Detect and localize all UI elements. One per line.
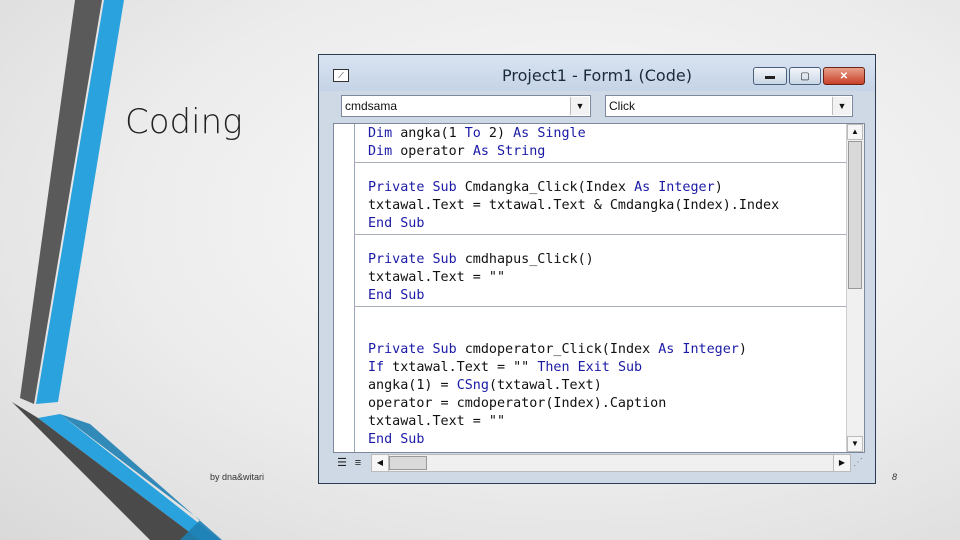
slide-footer: by dna&witari [210,472,265,482]
code-line[interactable]: Private Sub Cmdangka_Click(Index As Inte… [368,179,723,197]
scroll-down-icon[interactable]: ▼ [847,436,863,452]
slide-page-number: 8 [892,472,898,482]
editor-gutter [334,124,355,452]
chevron-down-icon[interactable]: ▼ [570,97,589,115]
scroll-left-icon[interactable]: ◀ [372,455,389,471]
code-line[interactable]: End Sub [368,287,424,305]
full-module-view-icon[interactable]: ≡ [351,455,365,471]
dark-stripe-bottom [12,402,200,540]
code-line[interactable]: Private Sub cmdhapus_Click() [368,251,594,269]
scroll-up-icon[interactable]: ▲ [847,124,863,140]
code-line[interactable]: End Sub [368,431,424,449]
horizontal-scroll-thumb[interactable] [389,456,427,470]
code-line[interactable]: operator = cmdoperator(Index).Caption [368,395,666,413]
code-line[interactable]: Dim angka(1 To 2) As Single [368,125,586,143]
code-line[interactable]: txtawal.Text = txtawal.Text & Cmdangka(I… [368,197,779,215]
close-button[interactable]: ✕ [823,67,865,85]
editor-bottom-bar: ☰ ≡ ◀ ▶ ⋰ [333,453,865,473]
maximize-button[interactable]: ▢ [789,67,821,85]
code-line[interactable]: Private Sub cmdoperator_Click(Index As I… [368,341,747,359]
code-line[interactable]: If txtawal.Text = "" Then Exit Sub [368,359,642,377]
code-line[interactable]: End Sub [368,215,424,233]
object-dropdown[interactable]: cmdsama ▼ [341,95,591,117]
resize-grip-icon[interactable]: ⋰ [853,457,863,468]
blue-stripe-bottom [38,414,220,540]
minimize-button[interactable]: ▬ [753,67,787,85]
window-titlebar[interactable]: ⟋ Project1 - Form1 (Code) ▬ ▢ ✕ [319,55,875,91]
slide-title: Coding [125,102,243,142]
procedure-separator [354,234,847,235]
vertical-scroll-thumb[interactable] [848,141,862,289]
horizontal-scrollbar[interactable]: ◀ ▶ [371,454,851,472]
code-window: ⟋ Project1 - Form1 (Code) ▬ ▢ ✕ cmdsama … [318,54,876,484]
scroll-right-icon[interactable]: ▶ [833,455,850,471]
code-line[interactable]: angka(1) = CSng(txtawal.Text) [368,377,602,395]
procedure-separator [354,306,847,307]
chevron-down-icon[interactable]: ▼ [832,97,851,115]
code-line[interactable]: txtawal.Text = "" [368,413,505,431]
vertical-scrollbar[interactable]: ▲ ▼ [846,124,864,452]
object-dropdown-value: cmdsama [345,99,398,113]
code-line[interactable]: txtawal.Text = "" [368,269,505,287]
procedure-separator [354,162,847,163]
code-editor[interactable]: Dim angka(1 To 2) As Single Dim operator… [333,123,865,453]
procedure-view-icon[interactable]: ☰ [335,455,349,471]
code-line[interactable]: Dim operator As String [368,143,545,161]
procedure-dropdown[interactable]: Click ▼ [605,95,853,117]
procedure-dropdown-value: Click [609,99,635,113]
